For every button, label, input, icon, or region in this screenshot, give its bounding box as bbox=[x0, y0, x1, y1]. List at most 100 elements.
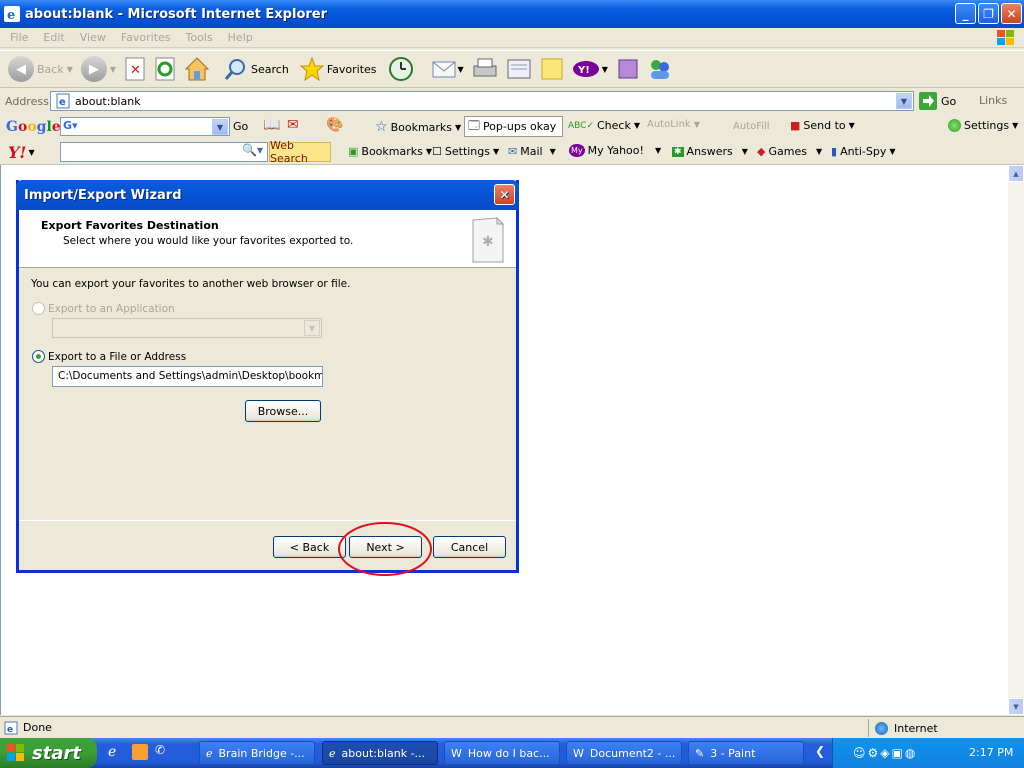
search-icon bbox=[224, 59, 246, 80]
google-dropdown-icon[interactable]: ▼ bbox=[212, 119, 228, 135]
yahoo-mail-button[interactable]: ✉ Mail ▼ bbox=[508, 145, 556, 158]
spell-check-button[interactable]: ABC✓ Check ▼ bbox=[568, 119, 640, 132]
links-label[interactable]: Links bbox=[979, 94, 1007, 107]
mail-button[interactable]: ▼ bbox=[432, 58, 464, 80]
svg-text:Y!: Y! bbox=[577, 65, 590, 76]
messenger-button[interactable] bbox=[648, 57, 672, 81]
autofill-button[interactable]: AutoFill bbox=[730, 119, 773, 132]
browse-button[interactable]: Browse... bbox=[245, 400, 321, 422]
favorites-star-icon bbox=[299, 57, 324, 81]
ie-task-icon: ℯ bbox=[206, 746, 213, 760]
shield-icon: ▮ bbox=[831, 145, 838, 158]
back-button[interactable]: ◀ Back ▼ bbox=[8, 56, 73, 82]
google-pagerank-icon[interactable]: 📖 bbox=[263, 117, 280, 133]
print-button[interactable] bbox=[472, 57, 498, 81]
vertical-scrollbar[interactable]: ▲ ▼ bbox=[1008, 165, 1024, 715]
popup-icon: 🗔 bbox=[468, 119, 480, 132]
minimize-button[interactable]: _ bbox=[955, 3, 976, 24]
application-select[interactable]: ▼ bbox=[52, 318, 322, 338]
scroll-down-icon[interactable]: ▼ bbox=[1008, 698, 1024, 715]
envelope-icon: ✉ bbox=[508, 145, 518, 158]
menu-edit[interactable]: Edit bbox=[43, 31, 64, 44]
google-gmail-icon[interactable]: ✉ bbox=[287, 117, 299, 133]
web-search-button[interactable]: Web Search bbox=[269, 139, 331, 165]
research-button[interactable] bbox=[616, 57, 640, 81]
quicklaunch-ie-icon[interactable]: ℯ bbox=[108, 744, 116, 760]
export-app-radio[interactable]: Export to an Application bbox=[32, 302, 175, 315]
anti-spy-button[interactable]: ▮ Anti-Spy ▼ bbox=[831, 145, 896, 158]
stop-button[interactable]: ✕ bbox=[124, 57, 146, 81]
settings-green-icon bbox=[948, 119, 961, 132]
games-button[interactable]: ◆ Games ▼ bbox=[757, 145, 822, 158]
clock[interactable]: 2:17 PM bbox=[969, 746, 1013, 759]
task-about-blank[interactable]: ℯ about:blank -... bbox=[322, 741, 438, 765]
answers-button[interactable]: ✱ Answers ▼ bbox=[672, 145, 748, 158]
restore-button[interactable]: ❐ bbox=[978, 3, 999, 24]
discuss-button[interactable] bbox=[540, 57, 564, 81]
google-search-input[interactable]: G▾ ▼ bbox=[60, 117, 230, 136]
dialog-close-button[interactable]: ✕ bbox=[494, 184, 515, 205]
home-button[interactable] bbox=[184, 56, 210, 82]
send-to-button[interactable]: ■ Send to ▼ bbox=[790, 119, 855, 132]
yahoo-logo-icon[interactable]: Y! bbox=[8, 143, 26, 162]
refresh-icon bbox=[155, 57, 175, 81]
yahoo-search-input[interactable]: 🔍▾ bbox=[60, 142, 268, 162]
favorites-button[interactable]: Favorites bbox=[299, 57, 380, 81]
svg-text:e: e bbox=[7, 8, 15, 22]
yahoo-messenger-button[interactable]: Y! ▼ bbox=[572, 59, 608, 79]
menu-help[interactable]: Help bbox=[228, 31, 253, 44]
menu-favorites[interactable]: Favorites bbox=[121, 31, 171, 44]
export-path-input[interactable]: C:\Documents and Settings\admin\Desktop\… bbox=[52, 366, 323, 387]
yahoo-settings-button[interactable]: ☐ Settings ▼ bbox=[432, 145, 499, 158]
edit-page-icon bbox=[507, 59, 531, 79]
cancel-button[interactable]: Cancel bbox=[433, 536, 506, 558]
yahoo-bookmarks-button[interactable]: ▣ Bookmarks ▼ bbox=[348, 145, 432, 158]
window-title: about:blank - Microsoft Internet Explore… bbox=[25, 6, 328, 22]
task-document2[interactable]: W Document2 - ... bbox=[566, 741, 682, 765]
tray-icons[interactable]: ☺⚙◈▣◍ bbox=[853, 746, 917, 760]
task-how-do-i[interactable]: W How do I bac... bbox=[444, 741, 560, 765]
google-news-icon[interactable]: 🎨 bbox=[326, 117, 343, 133]
close-window-button[interactable]: ✕ bbox=[1001, 3, 1022, 24]
task-brain-bridge[interactable]: ℯ Brain Bridge -... bbox=[199, 741, 315, 765]
menu-file[interactable]: File bbox=[10, 31, 28, 44]
edit-button[interactable] bbox=[506, 57, 532, 81]
word-task-icon: W bbox=[451, 746, 462, 760]
menu-view[interactable]: View bbox=[80, 31, 106, 44]
security-zone: Internet bbox=[868, 719, 938, 737]
google-go-button[interactable]: Go bbox=[233, 120, 248, 133]
address-dropdown-icon[interactable]: ▼ bbox=[896, 93, 912, 109]
export-file-radio[interactable]: Export to a File or Address bbox=[32, 350, 186, 363]
radio-checked-icon bbox=[32, 350, 45, 363]
popup-blocker-button[interactable]: 🗔 Pop-ups okay bbox=[464, 116, 564, 137]
google-settings-button[interactable]: Settings ▼ bbox=[948, 119, 1018, 132]
my-yahoo-button[interactable]: My My Yahoo! ▼ bbox=[569, 144, 661, 157]
internet-globe-icon bbox=[875, 721, 888, 735]
note-icon bbox=[541, 58, 563, 80]
yahoo-icon: Y! bbox=[572, 61, 599, 77]
bookmark-star-icon: ☆ bbox=[375, 119, 388, 135]
scroll-up-icon[interactable]: ▲ bbox=[1008, 165, 1024, 182]
start-button[interactable]: start bbox=[0, 738, 97, 768]
task-paint[interactable]: ✎ 3 - Paint bbox=[688, 741, 804, 765]
quicklaunch-media-icon[interactable] bbox=[132, 744, 148, 760]
address-bar: Address e about:blank ▼ Go Links bbox=[0, 89, 1024, 113]
autolink-button[interactable]: AutoLink ▼ bbox=[644, 119, 700, 130]
address-input[interactable]: e about:blank ▼ bbox=[50, 91, 914, 111]
go-button[interactable]: Go bbox=[919, 92, 956, 110]
window-title-bar[interactable]: e about:blank - Microsoft Internet Explo… bbox=[0, 0, 1024, 28]
research-icon bbox=[618, 59, 638, 79]
spellcheck-icon: ABC✓ bbox=[568, 120, 594, 131]
highlight-circle bbox=[338, 522, 432, 576]
forward-button[interactable]: ▶ ▼ bbox=[80, 56, 116, 82]
dialog-title-bar[interactable]: Import/Export Wizard ✕ bbox=[16, 180, 519, 210]
dialog-intro-text: You can export your favorites to another… bbox=[31, 278, 351, 290]
menu-tools[interactable]: Tools bbox=[186, 31, 213, 44]
quicklaunch-messenger-icon[interactable]: ✆ bbox=[155, 743, 165, 757]
google-bookmarks-button[interactable]: ☆ Bookmarks ▼ bbox=[375, 119, 461, 135]
tray-expand-icon[interactable]: ❮ bbox=[815, 744, 825, 758]
search-button[interactable]: Search bbox=[224, 57, 292, 81]
refresh-button[interactable] bbox=[154, 57, 176, 81]
favorites-document-icon: ✱ bbox=[472, 216, 505, 263]
history-button[interactable] bbox=[388, 56, 414, 82]
